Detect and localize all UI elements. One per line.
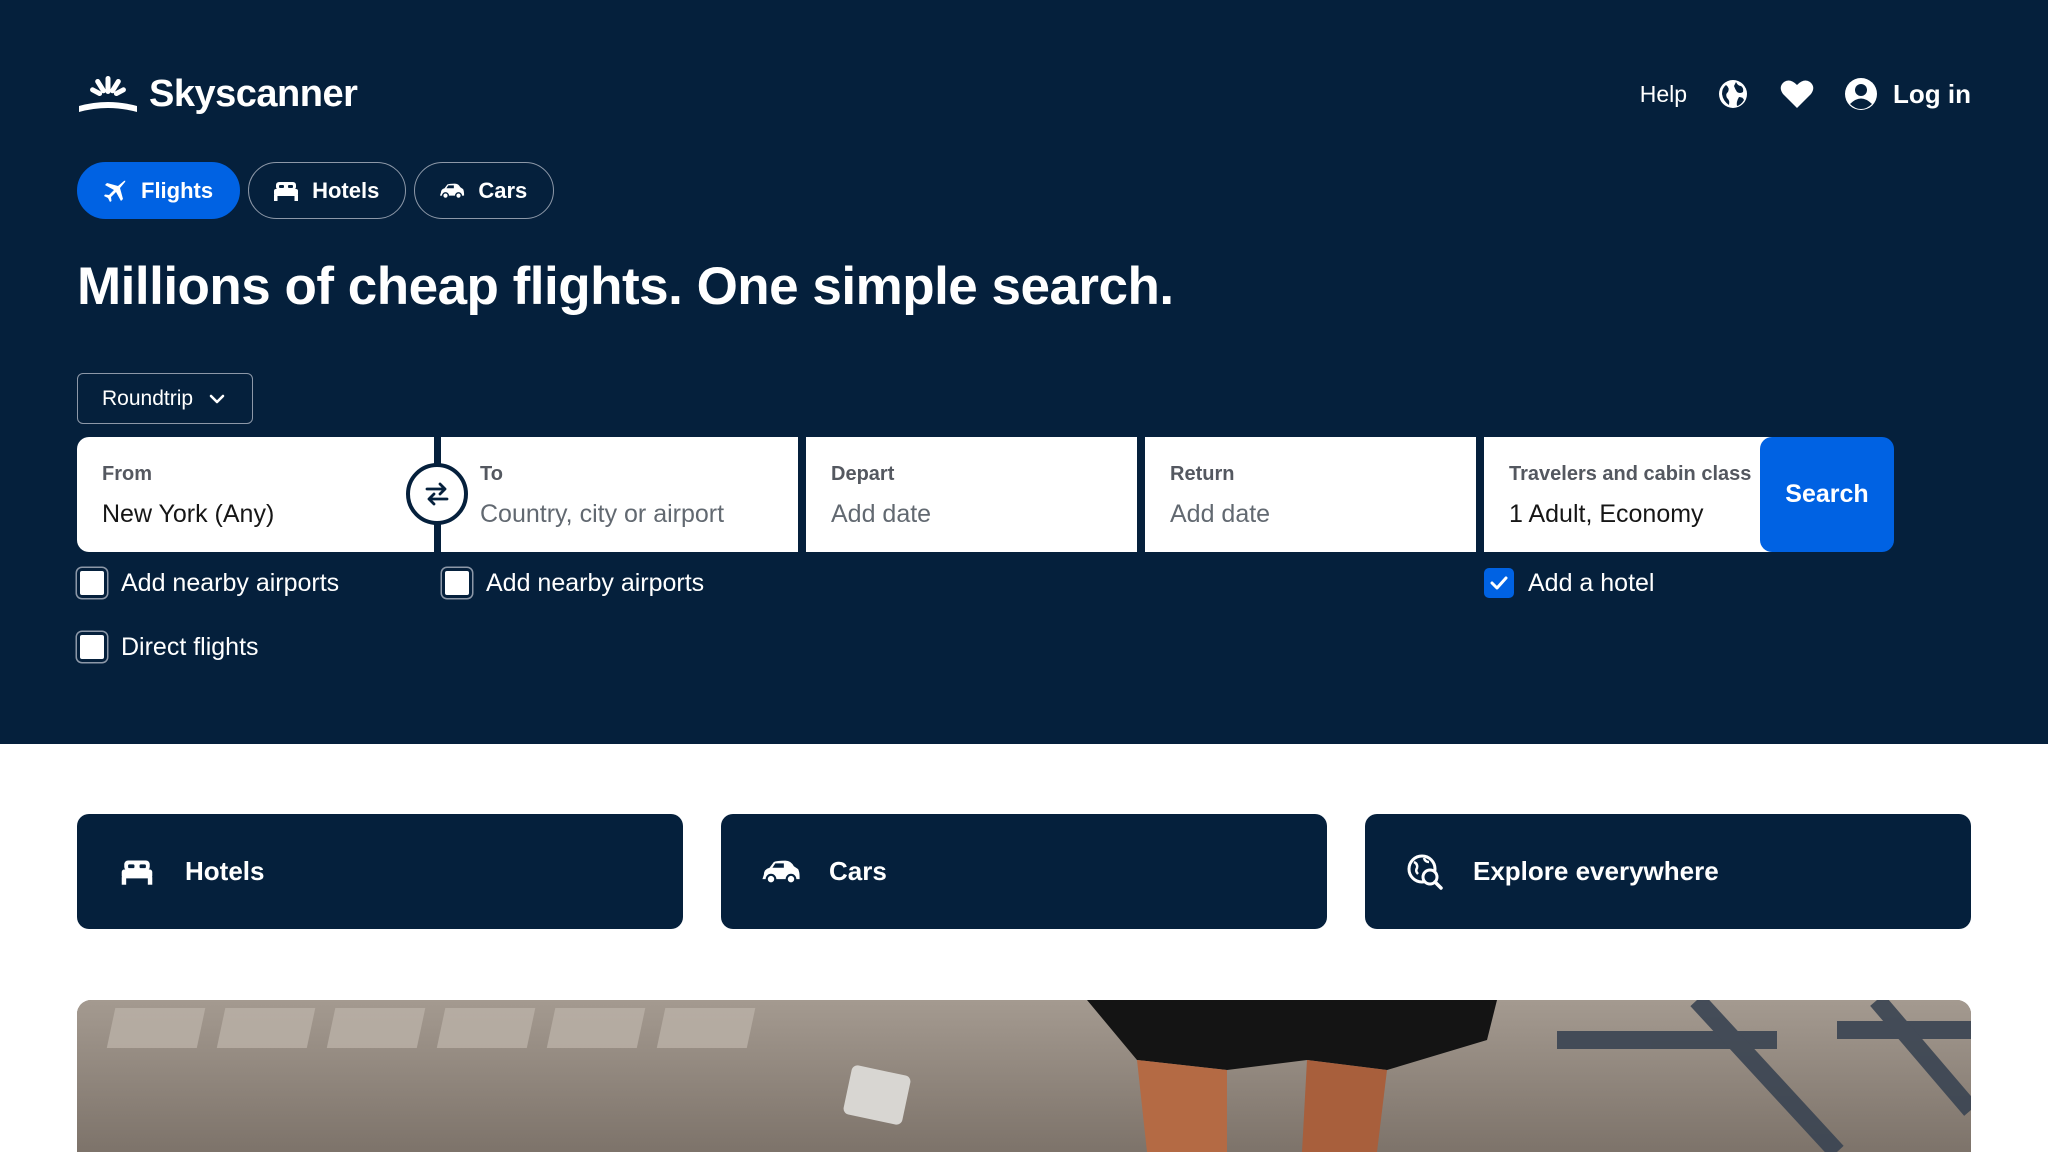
depart-placeholder: Add date [831, 500, 932, 528]
car-icon [761, 852, 801, 892]
site-header: Skyscanner Help Log in [77, 70, 1971, 118]
promo-banner-image [77, 1000, 1971, 1152]
quick-link-label: Cars [829, 856, 887, 886]
product-tabs: Flights Hotels Cars [77, 162, 562, 219]
depart-date-field[interactable]: Depart Add date [806, 437, 1137, 552]
checkbox-box[interactable] [77, 568, 107, 598]
tab-hotels[interactable]: Hotels [248, 162, 407, 219]
search-button[interactable]: Search [1760, 437, 1894, 552]
trip-type-value: Roundtrip [102, 386, 194, 410]
page-headline: Millions of cheap flights. One simple se… [77, 257, 1174, 316]
travelers-label: Travelers and cabin class [1509, 463, 1752, 485]
login-label: Log in [1893, 78, 1971, 109]
tab-flights[interactable]: Flights [77, 162, 241, 219]
check-icon [1490, 576, 1508, 590]
tab-label: Hotels [312, 177, 380, 203]
chevron-down-icon [209, 394, 225, 404]
quick-link-label: Explore everywhere [1473, 856, 1719, 886]
checkbox-box[interactable] [1484, 568, 1514, 598]
checkbox-label: Add nearby airports [486, 568, 705, 597]
to-nearby-checkbox[interactable]: Add nearby airports [442, 568, 704, 598]
help-link[interactable]: Help [1640, 81, 1687, 108]
skyscanner-logo[interactable]: Skyscanner [77, 70, 358, 118]
sunrise-logo-icon [79, 76, 137, 112]
checkbox-box[interactable] [442, 568, 472, 598]
return-label: Return [1170, 463, 1235, 485]
bed-icon [273, 178, 299, 204]
swap-arrows-icon [425, 482, 449, 506]
to-label: To [480, 463, 503, 485]
car-icon [439, 178, 465, 204]
heart-icon[interactable] [1779, 76, 1815, 112]
return-date-field[interactable]: Return Add date [1145, 437, 1476, 552]
tab-label: Cars [478, 177, 528, 203]
brand-name: Skyscanner [149, 72, 358, 115]
quick-link-label: Hotels [185, 856, 265, 886]
bed-icon [117, 852, 157, 892]
to-placeholder: Country, city or airport [480, 500, 725, 528]
quick-link-cars[interactable]: Cars [721, 814, 1327, 929]
user-icon [1843, 76, 1879, 112]
to-field[interactable]: To Country, city or airport [441, 437, 798, 552]
checkbox-label: Direct flights [121, 632, 259, 661]
return-placeholder: Add date [1170, 500, 1271, 528]
tab-label: Flights [141, 177, 214, 203]
hero-section: Skyscanner Help Log in Flights Hotels Ca… [0, 0, 2048, 744]
from-nearby-checkbox[interactable]: Add nearby airports [77, 568, 339, 598]
from-label: From [102, 463, 152, 485]
login-button[interactable]: Log in [1843, 76, 1971, 112]
add-hotel-checkbox[interactable]: Add a hotel [1484, 568, 1655, 598]
quick-link-hotels[interactable]: Hotels [77, 814, 683, 929]
swap-button[interactable] [406, 463, 468, 525]
checkbox-box[interactable] [77, 632, 107, 662]
direct-flights-checkbox[interactable]: Direct flights [77, 632, 259, 662]
explore-icon [1405, 852, 1445, 892]
globe-icon[interactable] [1715, 76, 1751, 112]
trip-type-select[interactable]: Roundtrip [77, 373, 253, 424]
from-value: New York (Any) [102, 500, 275, 528]
checkbox-label: Add a hotel [1528, 568, 1655, 597]
plane-icon [102, 178, 128, 204]
checkbox-label: Add nearby airports [121, 568, 340, 597]
travelers-value: 1 Adult, Economy [1509, 500, 1704, 528]
quick-links: Hotels Cars Explore everywhere [77, 814, 1971, 929]
depart-label: Depart [831, 463, 895, 485]
quick-link-explore[interactable]: Explore everywhere [1365, 814, 1971, 929]
tab-cars[interactable]: Cars [414, 162, 555, 219]
from-field[interactable]: From New York (Any) [77, 437, 434, 552]
header-actions: Help Log in [1640, 70, 1971, 118]
